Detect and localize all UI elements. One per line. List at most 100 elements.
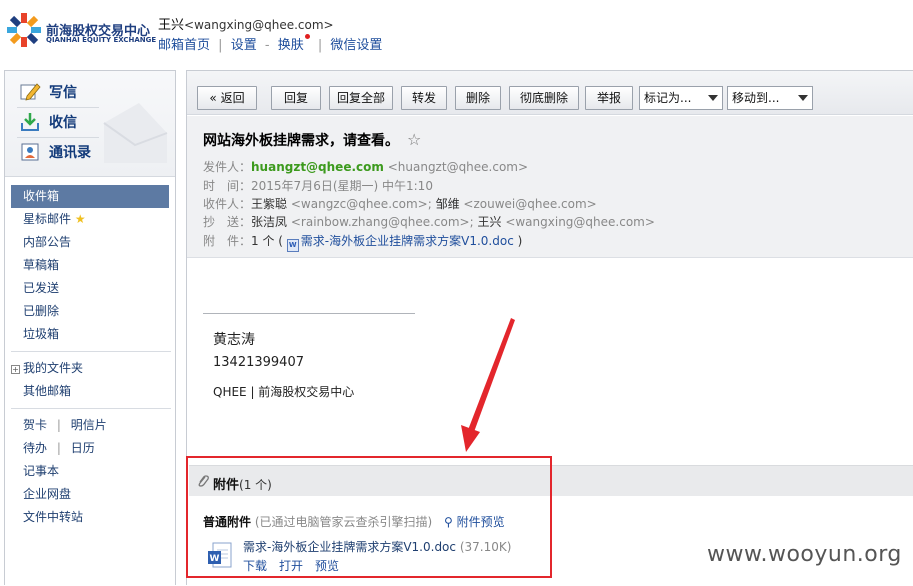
sender-email: <huangzt@qhee.com>	[387, 160, 529, 174]
top-header: 前海股权交易中心 QIANHAI EQUITY EXCHANGE 王兴<wang…	[0, 0, 913, 66]
attachments-count: (1 个)	[239, 478, 272, 492]
reply-button[interactable]: 回复	[271, 86, 321, 110]
cc-email: <wangxing@qhee.com>	[505, 215, 655, 229]
qhee-logo[interactable]: 前海股权交易中心 QIANHAI EQUITY EXCHANGE	[6, 12, 157, 50]
tool-calendar[interactable]: 日历	[71, 441, 95, 455]
divider	[17, 107, 99, 108]
tool-separator: |	[56, 441, 61, 455]
folder-starred[interactable]: 星标邮件 ★	[5, 208, 175, 231]
cc-name[interactable]: 张洁凤	[251, 215, 287, 229]
attachment-count: 1 个 (	[251, 234, 283, 248]
attachment-close: )	[517, 234, 523, 248]
attachment-actions: 下载 打开 预览	[243, 557, 351, 574]
attachments-header: 附件(1 个)	[189, 465, 913, 496]
tool-todo[interactable]: 待办	[23, 441, 47, 455]
attachment-file: 需求-海外板企业挂牌需求方案V1.0.doc (37.10K)	[243, 538, 511, 555]
attachment-file-name[interactable]: 需求-海外板企业挂牌需求方案V1.0.doc	[243, 540, 456, 554]
receive-label: 收信	[49, 115, 77, 131]
cc-name[interactable]: 王兴	[477, 215, 501, 229]
report-button[interactable]: 举报	[585, 86, 633, 110]
link-settings[interactable]: 设置	[231, 38, 257, 53]
cc-row: 抄 送：张洁凤 <rainbow.zhang@qhee.com>; 王兴 <wa…	[203, 213, 655, 230]
folder-starred-label: 星标邮件	[23, 212, 72, 226]
folder-drafts[interactable]: 草稿箱	[5, 254, 175, 277]
folder-other-mail[interactable]: 其他邮箱	[5, 380, 175, 403]
tool-row-cards: 贺卡 | 明信片	[5, 414, 175, 437]
current-user: 王兴<wangxing@qhee.com>	[158, 14, 334, 33]
paperclip-icon	[198, 475, 209, 487]
time-row: 时 间：2015年7月6日(星期一) 中午1:10	[203, 177, 433, 194]
delete-button[interactable]: 删除	[455, 86, 501, 110]
watermark: www.wooyun.org	[707, 542, 902, 567]
to-row: 收件人：王紫聪 <wangzc@qhee.com>; 邹维 <zouwei@qh…	[203, 195, 597, 212]
attachments-title-text: 附件	[213, 478, 240, 493]
folder-announcements[interactable]: 内部公告	[5, 231, 175, 254]
contacts-book-icon	[21, 143, 39, 161]
attachment-link[interactable]: 需求-海外板企业挂牌需求方案V1.0.doc	[301, 234, 514, 248]
signature-divider	[203, 313, 415, 314]
folder-spam[interactable]: 垃圾箱	[5, 323, 175, 346]
time-value: 2015年7月6日(星期一) 中午1:10	[251, 179, 433, 193]
tool-notes[interactable]: 记事本	[5, 460, 175, 483]
logo-text-en: QIANHAI EQUITY EXCHANGE	[46, 36, 157, 44]
mark-as-label: 标记为...	[644, 91, 692, 105]
attachment-row: 附 件：1 个 ( W 需求-海外板企业挂牌需求方案V1.0.doc )	[203, 232, 522, 252]
receive-button[interactable]: 收信	[19, 109, 99, 135]
sender-name[interactable]: huangzt@qhee.com	[251, 160, 384, 174]
recipient-name[interactable]: 王紫聪	[251, 197, 287, 211]
cc-email: <rainbow.zhang@qhee.com>;	[290, 215, 474, 229]
link-wechat-settings[interactable]: 微信设置	[330, 38, 382, 53]
link-skin[interactable]: 换肤	[278, 38, 304, 53]
compose-button[interactable]: 写信	[19, 79, 99, 105]
back-button[interactable]: « 返回	[197, 86, 257, 110]
mail-subject: 网站海外板挂牌需求，请查看。 ☆	[203, 130, 421, 150]
reply-all-button[interactable]: 回复全部	[329, 86, 393, 110]
star-icon: ★	[74, 212, 86, 226]
folder-inbox[interactable]: 收件箱	[11, 185, 169, 208]
folder-deleted[interactable]: 已删除	[5, 300, 175, 323]
divider	[17, 137, 99, 138]
open-link[interactable]: 打开	[279, 559, 303, 573]
attachment-label: 附 件：	[203, 234, 252, 248]
chevron-down-icon	[798, 95, 808, 101]
signature-name: 黄志涛	[213, 332, 255, 348]
tool-row-todo: 待办 | 日历	[5, 437, 175, 460]
signature-company: QHEE | 前海股权交易中心	[213, 385, 355, 399]
link-separator: |	[317, 38, 323, 53]
star-toggle-icon[interactable]: ☆	[407, 130, 421, 149]
attachment-preview-link[interactable]: ⚲ 附件预览	[444, 515, 505, 529]
mark-as-select[interactable]: 标记为...	[639, 86, 723, 110]
chevron-down-icon	[708, 95, 718, 101]
link-dash: -	[264, 38, 270, 53]
move-to-label: 移动到...	[732, 91, 780, 105]
expand-plus-icon[interactable]: +	[11, 365, 20, 374]
attachments-subheader: 普通附件 (已通过电脑管家云查杀引擎扫描) ⚲ 附件预览	[203, 513, 505, 530]
time-label: 时 间：	[203, 179, 252, 193]
forward-button[interactable]: 转发	[401, 86, 447, 110]
tool-separator: |	[56, 418, 61, 432]
recipient-name[interactable]: 邹维	[436, 197, 460, 211]
mail-view: « 返回 回复 回复全部 转发 删除 彻底删除 举报 标记为... 移动到...…	[186, 70, 913, 585]
attachment-file-size: (37.10K)	[459, 540, 512, 554]
tool-netdisk[interactable]: 企业网盘	[5, 483, 175, 506]
tool-postcard[interactable]: 明信片	[71, 418, 107, 432]
mail-header: 网站海外板挂牌需求，请查看。 ☆ 发件人：huangzt@qhee.com <hu…	[187, 116, 913, 258]
folder-my-folders[interactable]: + 我的文件夹	[5, 357, 175, 380]
link-mail-home[interactable]: 邮箱首页	[158, 38, 210, 53]
cc-label: 抄 送：	[203, 215, 252, 229]
preview-link[interactable]: 预览	[315, 559, 339, 573]
contacts-button[interactable]: 通讯录	[19, 139, 99, 165]
divider	[11, 408, 171, 409]
recipient-email: <wangzc@qhee.com>;	[290, 197, 432, 211]
subject-text: 网站海外板挂牌需求，请查看。	[203, 133, 399, 149]
tool-greeting-card[interactable]: 贺卡	[23, 418, 47, 432]
move-to-select[interactable]: 移动到...	[727, 86, 813, 110]
delete-permanently-button[interactable]: 彻底删除	[509, 86, 579, 110]
download-link[interactable]: 下载	[243, 559, 267, 573]
folder-sent[interactable]: 已发送	[5, 277, 175, 300]
scan-note: (已通过电脑管家云查杀引擎扫描)	[254, 515, 433, 529]
compose-label: 写信	[49, 85, 77, 101]
tool-file-transfer[interactable]: 文件中转站	[5, 506, 175, 529]
divider	[11, 351, 171, 352]
attachment-preview-label: 附件预览	[456, 515, 505, 529]
